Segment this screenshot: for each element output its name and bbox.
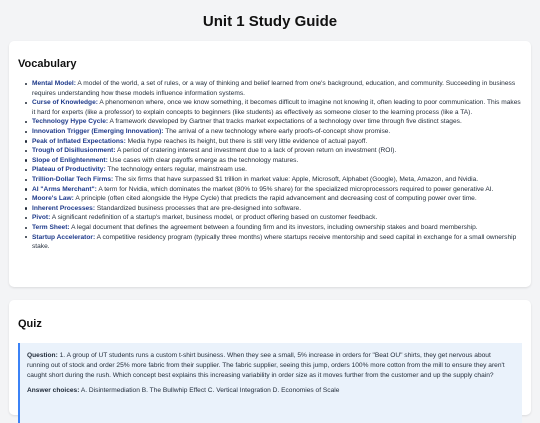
vocab-item: Mental Model: A model of the world, a se… [25, 79, 522, 98]
vocab-definition: The arrival of a new technology where ea… [163, 127, 391, 135]
vocab-definition: The six firms that have surpassed $1 tri… [113, 175, 479, 183]
vocab-term: Inherent Processes: [32, 204, 96, 212]
vocab-term: Moore's Law: [32, 195, 74, 203]
vocab-term: Plateau of Productivity: [32, 166, 106, 174]
vocab-definition: A term for Nvidia, which dominates the m… [96, 185, 494, 193]
vocab-item: Trillion-Dollar Tech Firms: The six firm… [25, 175, 522, 185]
vocab-definition: A model of the world, a set of rules, or… [32, 80, 516, 97]
vocab-item: Plateau of Productivity: The technology … [25, 165, 522, 175]
vocab-item: Slope of Enlightenment: Use cases with c… [25, 156, 522, 166]
vocab-term: AI "Arms Merchant": [32, 185, 97, 193]
vocab-term: Curse of Knowledge: [32, 99, 98, 107]
vocab-definition: A framework developed by Gartner that tr… [108, 118, 462, 126]
vocab-definition: A significant redefinition of a startup'… [50, 214, 378, 222]
answer-choices-text: A. Disintermediation B. The Bullwhip Eff… [79, 387, 340, 394]
vocab-definition: Standardized business processes that are… [95, 204, 302, 212]
vocab-term: Innovation Trigger (Emerging Innovation)… [32, 127, 164, 135]
vocab-item: AI "Arms Merchant": A term for Nvidia, w… [25, 185, 522, 195]
vocab-item: Inherent Processes: Standardized busines… [25, 204, 522, 214]
answer-choices-label: Answer choices: [27, 387, 80, 394]
vocab-term: Technology Hype Cycle: [32, 118, 109, 126]
question-label: Question: [27, 352, 58, 359]
vocab-term: Trough of Disillusionment: [32, 147, 116, 155]
vocab-item: Technology Hype Cycle: A framework devel… [25, 117, 522, 127]
quiz-heading: Quiz [18, 318, 42, 330]
vocab-definition: A period of cratering interest and inves… [115, 147, 397, 155]
vocab-item: Innovation Trigger (Emerging Innovation)… [25, 127, 522, 137]
vocab-item: Startup Accelerator: A competitive resid… [25, 233, 522, 252]
vocab-term: Peak of Inflated Expectations: [32, 137, 126, 145]
page-title: Unit 1 Study Guide [202, 13, 338, 30]
vocab-definition: A phenomenon where, once we know somethi… [32, 99, 521, 116]
vocab-item: Peak of Inflated Expectations: Media hyp… [25, 137, 522, 147]
quiz-question: Question: 1. A group of UT students runs… [27, 351, 513, 381]
quiz-question-box: Question: 1. A group of UT students runs… [18, 343, 522, 423]
vocab-item: Trough of Disillusionment: A period of c… [25, 146, 522, 156]
vocab-term: Trillion-Dollar Tech Firms: [32, 175, 114, 183]
vocab-item: Pivot: A significant redefinition of a s… [25, 213, 522, 223]
vocab-definition: A competitive residency program (typical… [32, 233, 517, 251]
vocabulary-list: Mental Model: A model of the world, a se… [18, 79, 522, 252]
question-text: 1. A group of UT students runs a custom … [27, 352, 505, 379]
vocab-term: Term Sheet: [32, 223, 70, 231]
answer-choices: Answer choices: A. Disintermediation B. … [27, 386, 513, 396]
vocab-item: Term Sheet: A legal document that define… [25, 223, 522, 233]
vocab-item: Curse of Knowledge: A phenomenon where, … [25, 98, 522, 117]
vocab-term: Mental Model: [32, 80, 76, 87]
vocab-term: Startup Accelerator: [32, 233, 96, 241]
vocab-term: Slope of Enlightenment: [32, 156, 108, 164]
vocabulary-heading: Vocabulary [18, 58, 77, 70]
vocab-definition: Use cases with clear payoffs emerge as t… [107, 156, 299, 164]
vocabulary-card: Vocabulary Mental Model: A model of the … [9, 41, 531, 287]
vocab-definition: A principle (often cited alongside the H… [73, 195, 477, 203]
vocab-definition: The technology enters regular, mainstrea… [105, 166, 248, 174]
vocab-term: Pivot: [32, 214, 51, 222]
quiz-card: Quiz Question: 1. A group of UT students… [9, 300, 531, 423]
vocab-item: Moore's Law: A principle (often cited al… [25, 194, 522, 204]
vocab-definition: A legal document that defines the agreem… [69, 223, 478, 231]
vocab-definition: Media hype reaches its height, but there… [125, 137, 368, 145]
